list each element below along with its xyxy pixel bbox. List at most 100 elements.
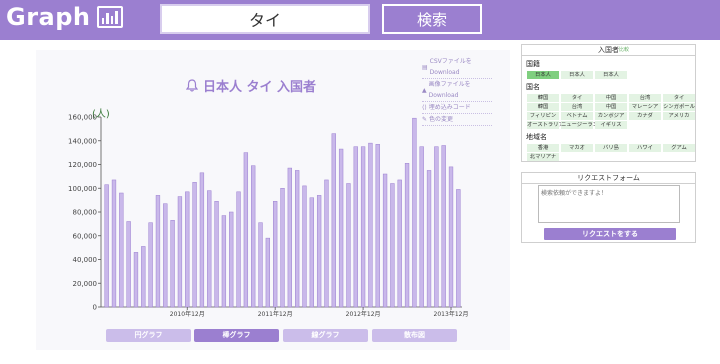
chart-bar: [221, 215, 227, 308]
chart-bar: [265, 237, 271, 308]
country-chip[interactable]: 韓国: [527, 103, 559, 111]
region-chip[interactable]: マカオ: [561, 144, 593, 152]
region-chip[interactable]: ハワイ: [629, 144, 661, 152]
chart-bar: [441, 145, 446, 308]
nationality-chip[interactable]: 日本人: [527, 71, 559, 79]
chart-bar: [280, 188, 285, 308]
visitors-panel-header: 入国者 比較: [522, 45, 695, 56]
y-tick-label: 80,000: [73, 209, 98, 217]
y-tick-label: 20,000: [73, 280, 98, 288]
request-submit-button[interactable]: リクエストをする: [544, 228, 676, 240]
chart-bar: [258, 222, 263, 308]
chart-bar: [207, 190, 212, 308]
chart-bar: [214, 201, 219, 308]
x-tick-label: 2011年12月: [258, 310, 293, 318]
y-tick-label: 100,000: [68, 185, 97, 193]
country-chip[interactable]: 台湾: [561, 103, 593, 111]
graph-tab[interactable]: 円グラフ: [106, 329, 191, 342]
region-heading: 地域名: [526, 133, 547, 141]
chart-bar: [119, 192, 124, 308]
graph-tab[interactable]: 棒グラフ: [194, 329, 279, 342]
chart-bar: [185, 191, 190, 308]
y-tick-label: 40,000: [73, 256, 98, 264]
graph-tab[interactable]: 散布図: [372, 329, 457, 342]
y-tick-label: 60,000: [73, 232, 98, 240]
chart-bar: [302, 185, 307, 308]
chart-bar: [324, 179, 329, 308]
country-chip[interactable]: オーストラリア: [527, 121, 564, 129]
nationality-chip[interactable]: 日本人: [595, 71, 627, 79]
chart-bar: [404, 163, 410, 308]
region-chip[interactable]: 香港: [527, 144, 559, 152]
country-chip[interactable]: イギリス: [595, 121, 627, 129]
chart-bar: [155, 195, 161, 308]
country-chips: 韓国 タイ 中国 台湾 タイ 韓国 台湾 中国 マレーシア シンガポール フィリピン ベトナム カンボジ…: [527, 94, 695, 129]
chart-bar: [243, 152, 249, 308]
chart-bar: [456, 189, 461, 308]
chart-bar: [331, 133, 336, 308]
chart-bar: [412, 117, 417, 308]
nationality-chip[interactable]: 日本人: [561, 71, 593, 79]
chart-bar: [229, 211, 234, 308]
country-heading: 国名: [526, 83, 540, 91]
request-textarea[interactable]: [538, 185, 680, 223]
country-chip[interactable]: 韓国: [527, 94, 559, 102]
chart-bar: [295, 170, 300, 308]
chart-bar: [287, 167, 292, 308]
y-tick-label: 120,000: [68, 161, 97, 169]
graph-tab[interactable]: 線グラフ: [283, 329, 368, 342]
y-tick-label: 160,000: [68, 114, 97, 122]
request-panel-header: リクエストフォーム: [522, 173, 695, 184]
chart-bar: [251, 165, 256, 308]
chart-bar: [133, 252, 139, 308]
x-tick-label: 2010年12月: [170, 310, 205, 318]
country-chip[interactable]: マレーシア: [629, 103, 661, 111]
country-chip[interactable]: カナダ: [629, 112, 661, 120]
chart-bar: [368, 142, 373, 308]
chart-bar: [236, 191, 241, 308]
country-chip[interactable]: アメリカ: [663, 112, 695, 120]
country-chip[interactable]: 中国: [595, 94, 627, 102]
country-chip[interactable]: 台湾: [629, 94, 661, 102]
region-chip[interactable]: バリ島: [595, 144, 627, 152]
compare-link[interactable]: 比較: [619, 45, 629, 56]
chart-bar: [434, 146, 439, 308]
visitors-panel-title: 入国者: [598, 46, 619, 54]
chart-bar: [192, 182, 197, 308]
chart-bar: [346, 183, 351, 308]
chart-bar: [382, 173, 388, 308]
x-tick-label: 2013年12月: [434, 310, 469, 318]
chart-bar: [309, 197, 314, 308]
chart-bar: [338, 148, 344, 308]
country-chip[interactable]: カンボジア: [595, 112, 627, 120]
country-chip[interactable]: タイ: [561, 94, 593, 102]
chart-bar: [426, 170, 432, 308]
chart-bar: [448, 166, 454, 308]
country-chip[interactable]: 中国: [595, 103, 627, 111]
chart-bar: [360, 146, 366, 308]
chart-bar: [104, 184, 109, 308]
chart-bar: [390, 183, 395, 308]
chart-bar: [273, 201, 278, 308]
chart-bar: [199, 172, 205, 308]
chart-bar: [353, 146, 358, 308]
bar-chart: (人)160,000140,000120,000100,00080,00060,…: [68, 108, 469, 318]
region-chip[interactable]: グアム: [663, 144, 695, 152]
x-tick-label: 2012年12月: [346, 310, 381, 318]
chart-bar: [148, 222, 153, 308]
country-chip[interactable]: ニュージーランド: [561, 121, 603, 129]
chart-bar: [177, 196, 183, 308]
chart-bar: [375, 144, 380, 308]
chart-bar: [111, 179, 117, 308]
y-tick-label: 0: [93, 304, 97, 312]
region-chip[interactable]: 北マリアナ: [527, 153, 559, 161]
country-chip[interactable]: ベトナム: [561, 112, 593, 120]
country-chip[interactable]: シンガポール: [663, 103, 695, 111]
chart-bar: [397, 179, 402, 308]
chart-bar: [170, 220, 175, 308]
nationality-heading: 国籍: [526, 60, 540, 68]
request-panel: リクエストフォーム リクエストをする: [521, 172, 696, 243]
country-chip[interactable]: フィリピン: [527, 112, 559, 120]
region-chips: 香港 マカオ バリ島 ハワイ グアム北マリアナ: [527, 144, 695, 161]
country-chip[interactable]: タイ: [663, 94, 695, 102]
